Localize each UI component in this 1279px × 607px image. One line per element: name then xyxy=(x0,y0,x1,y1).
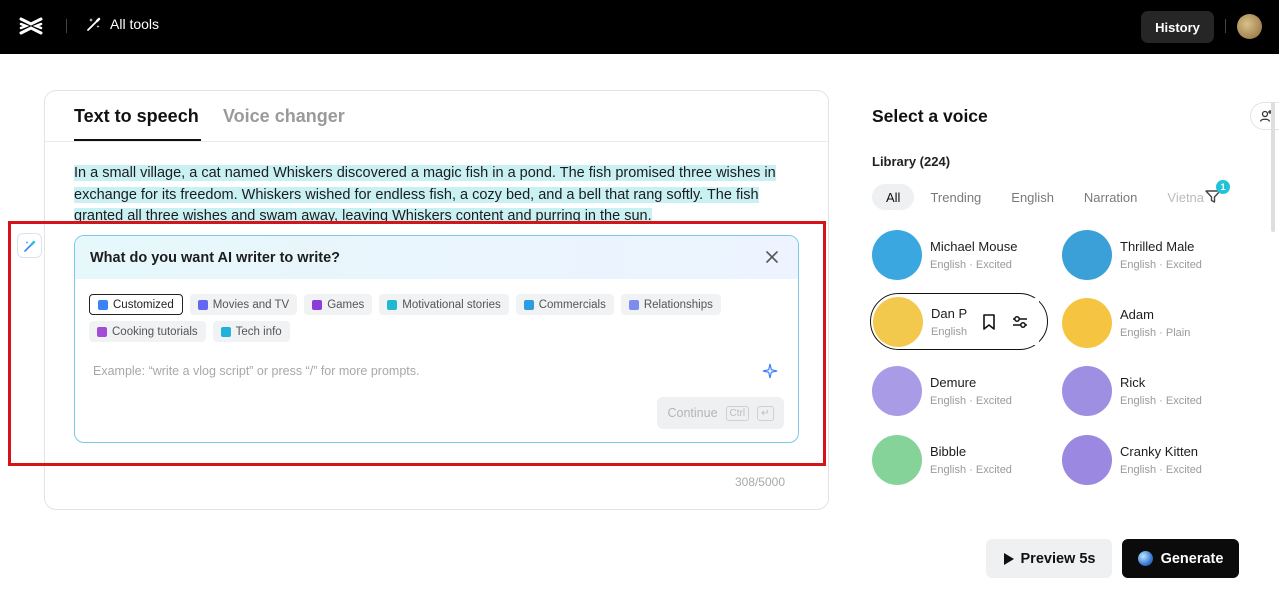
capcut-logo-icon[interactable] xyxy=(18,15,44,37)
voice-name: Rick xyxy=(1120,375,1146,390)
voice-meta: English · Excited xyxy=(1120,395,1202,407)
voice-meta: English · Excited xyxy=(930,259,1012,271)
voice-name: Demure xyxy=(930,375,977,390)
filter-count-badge: 1 xyxy=(1216,180,1230,194)
voice-meta: English xyxy=(931,326,968,338)
voice-avatar xyxy=(873,297,923,347)
voice-tab-all[interactable]: All xyxy=(872,184,915,210)
voice-card-actions xyxy=(967,298,1039,345)
tab-text-to-speech[interactable]: Text to speech xyxy=(74,106,199,127)
divider xyxy=(1225,19,1226,33)
voice-avatar xyxy=(872,435,922,485)
voice-meta: English · Excited xyxy=(1120,464,1202,476)
voice-name: Thrilled Male xyxy=(1120,239,1195,254)
bookmark-icon[interactable] xyxy=(981,313,997,331)
voice-card[interactable]: Demure English · Excited xyxy=(872,366,1052,418)
voice-tab-vietnamese[interactable]: Vietna xyxy=(1153,184,1208,210)
voice-tab-narration[interactable]: Narration xyxy=(1070,184,1151,210)
voice-avatar xyxy=(1062,230,1112,280)
top-bar: All tools History xyxy=(0,0,1279,54)
all-tools-button[interactable]: All tools xyxy=(86,16,159,32)
voice-tab-trending[interactable]: Trending xyxy=(916,184,995,210)
voice-card[interactable]: Cranky Kitten English · Excited xyxy=(1062,435,1242,487)
divider xyxy=(66,19,67,33)
tab-voice-changer[interactable]: Voice changer xyxy=(223,106,345,127)
active-tab-indicator xyxy=(74,139,201,141)
history-button[interactable]: History xyxy=(1141,11,1214,43)
voice-name: Cranky Kitten xyxy=(1120,444,1199,459)
voice-name: Michael Mouse xyxy=(930,239,1018,254)
voice-avatar xyxy=(1062,435,1112,485)
voice-filter-tabs: All Trending English Narration Vietna xyxy=(872,184,1210,210)
user-avatar[interactable] xyxy=(1237,14,1262,39)
voice-tab-english[interactable]: English xyxy=(997,184,1068,210)
voice-card[interactable]: Michael Mouse English · Excited xyxy=(872,230,1052,282)
generate-button[interactable]: Generate xyxy=(1122,539,1239,578)
voice-avatar xyxy=(872,366,922,416)
voice-name: Dan P xyxy=(931,306,968,321)
voice-card-selected[interactable]: Dan P English xyxy=(870,293,1048,350)
generate-label: Generate xyxy=(1160,550,1224,567)
voice-avatar xyxy=(872,230,922,280)
magic-wand-icon xyxy=(87,17,101,31)
voice-card[interactable]: Thrilled Male English · Excited xyxy=(1062,230,1242,282)
voice-avatar xyxy=(1062,366,1112,416)
voice-avatar xyxy=(1062,298,1112,348)
voice-meta: English · Excited xyxy=(1120,259,1202,271)
voice-card[interactable]: Adam English · Plain xyxy=(1062,298,1242,350)
highlight-annotation-box xyxy=(8,221,826,466)
voice-name: Bibble xyxy=(930,444,967,459)
character-counter: 308/5000 xyxy=(734,475,785,489)
editor-tabs: Text to speech Voice changer xyxy=(45,91,828,142)
select-voice-title: Select a voice xyxy=(872,106,988,126)
voice-meta: English · Excited xyxy=(930,395,1012,407)
preview-button[interactable]: Preview 5s xyxy=(986,539,1112,578)
library-count-label: Library (224) xyxy=(872,154,951,169)
voice-name: Adam xyxy=(1120,307,1154,322)
script-text-area[interactable]: In a small village, a cat named Whiskers… xyxy=(74,163,804,228)
script-text: In a small village, a cat named Whiskers… xyxy=(74,165,776,224)
voice-list-scrollbar[interactable] xyxy=(1271,102,1275,232)
generate-orb-icon xyxy=(1137,551,1153,566)
voice-meta: English · Plain xyxy=(1120,327,1191,339)
voice-card[interactable]: Bibble English · Excited xyxy=(872,435,1052,487)
play-icon xyxy=(1003,552,1014,565)
preview-label: Preview 5s xyxy=(1020,550,1096,567)
settings-sliders-icon[interactable] xyxy=(1011,313,1029,331)
voice-card[interactable]: Rick English · Excited xyxy=(1062,366,1242,418)
voice-meta: English · Excited xyxy=(930,464,1012,476)
all-tools-label: All tools xyxy=(110,16,160,32)
